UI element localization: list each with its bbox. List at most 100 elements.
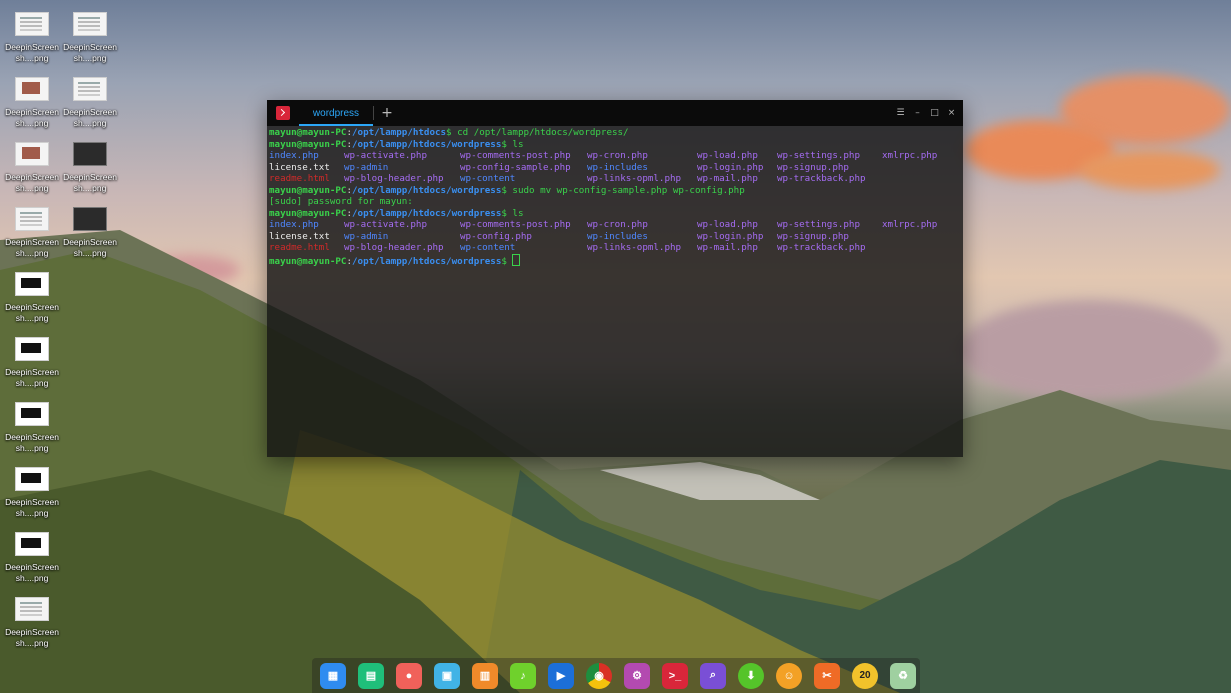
- dock-glyph: ♪: [520, 669, 526, 682]
- launcher-icon[interactable]: ▦: [320, 662, 346, 689]
- movie-icon[interactable]: ▶: [548, 662, 574, 689]
- desktop-file-label: DeepinScreensh....png: [5, 42, 59, 63]
- ls-entry: xmlrpc.php: [882, 219, 938, 230]
- image-file-icon: [73, 142, 107, 166]
- minimize-icon[interactable]: –: [912, 106, 923, 120]
- prompt-user: mayun@mayun-PC: [269, 255, 347, 267]
- ls-entry: wp-blog-header.php: [344, 242, 444, 253]
- dock-glyph: ▣: [441, 670, 453, 682]
- dock-glyph: ◉: [594, 670, 604, 682]
- desktop-file-icon[interactable]: DeepinScreensh....png: [4, 463, 60, 519]
- dock-glyph: ●: [405, 669, 413, 682]
- desktop-file-label: DeepinScreensh....png: [5, 627, 59, 648]
- prompt-path: /opt/lampp/htdocs: [352, 127, 447, 138]
- chrome-icon[interactable]: ◉: [586, 662, 612, 689]
- prompt-path: /opt/lampp/htdocs/wordpress: [352, 255, 502, 267]
- dock: ▦ ▤ ● ▣ ▥ ♪ ▶ ◉ ⚙ >_ ⌕ ⬇ ☺ ✂ 20 ♻: [312, 658, 920, 693]
- desktop-file-label: DeepinScreensh....png: [5, 302, 59, 323]
- archive-manager-icon[interactable]: ▥: [472, 662, 498, 689]
- desktop-file-icon[interactable]: DeepinScreensh....png: [4, 398, 60, 454]
- image-file-icon: [15, 12, 49, 36]
- desktop-file-icon[interactable]: DeepinScreensh....png: [4, 138, 60, 194]
- desktop-file-label: DeepinScreensh....png: [5, 237, 59, 258]
- desktop-file-label: DeepinScreensh....png: [5, 562, 59, 583]
- file-manager-icon[interactable]: ▣: [434, 662, 460, 689]
- terminal-line: mayun@mayun-PC:/opt/lampp/htdocs/wordpre…: [269, 185, 961, 197]
- menu-icon[interactable]: ☰: [895, 106, 906, 120]
- dock-glyph: ☺: [783, 669, 795, 682]
- terminal-screen[interactable]: mayun@mayun-PC:/opt/lampp/htdocs$ cd /op…: [267, 126, 963, 267]
- ls-entry: wp-login.php: [697, 161, 764, 173]
- ls-entry: readme.html: [269, 173, 330, 184]
- desktop-file-label: DeepinScreensh....png: [63, 172, 117, 193]
- app-store-icon[interactable]: ⬇: [738, 662, 764, 689]
- terminal-line: mayun@mayun-PC:/opt/lampp/htdocs/wordpre…: [269, 253, 961, 267]
- dock-glyph: ▦: [327, 670, 339, 682]
- desktop-file-icon[interactable]: DeepinScreensh....png: [4, 593, 60, 649]
- ls-entry: wp-comments-post.php: [460, 150, 571, 161]
- desktop-file-icon[interactable]: DeepinScreensh....png: [4, 73, 60, 129]
- maximize-icon[interactable]: □: [929, 106, 940, 120]
- trash-icon[interactable]: ♻: [890, 662, 916, 689]
- desktop-file-label: DeepinScreensh....png: [5, 497, 59, 518]
- dock-glyph: ▥: [479, 670, 491, 682]
- ls-entry: wp-mail.php: [697, 173, 758, 184]
- ls-entry: wp-config.php: [460, 230, 532, 242]
- close-icon[interactable]: ×: [946, 106, 957, 120]
- screen-recorder-icon[interactable]: ●: [396, 662, 422, 689]
- desktop-file-icon[interactable]: DeepinScreensh....png: [62, 8, 118, 64]
- tab-wordpress[interactable]: wordpress: [299, 100, 373, 126]
- terminal-icon[interactable]: >_: [662, 662, 688, 689]
- dock-glyph: ⚙: [632, 670, 642, 682]
- desktop-file-label: DeepinScreensh....png: [5, 432, 59, 453]
- desktop-file-icon[interactable]: DeepinScreensh....png: [62, 73, 118, 129]
- ls-entry: wp-config-sample.php: [460, 161, 571, 173]
- ls-entry: wp-cron.php: [587, 150, 648, 161]
- image-file-icon: [15, 532, 49, 556]
- settings-icon[interactable]: ⚙: [624, 662, 650, 689]
- ls-entry: index.php: [269, 150, 319, 161]
- window-controls: ☰ – □ ×: [895, 106, 957, 120]
- dock-glyph: ✂: [822, 670, 832, 682]
- plus-icon[interactable]: +: [380, 104, 394, 122]
- ls-entry: readme.html: [269, 242, 330, 253]
- terminal-line: license.txt wp-admin wp-config-sample.php w…: [269, 162, 961, 174]
- terminal-line: readme.html wp-blog-header.php wp-content w…: [269, 173, 961, 185]
- tab-divider: [373, 106, 374, 120]
- music-icon[interactable]: ♪: [510, 662, 536, 689]
- ls-entry: wp-admin: [344, 230, 389, 242]
- system-monitor-icon[interactable]: ⌕: [700, 662, 726, 689]
- ls-entry: wp-settings.php: [777, 150, 860, 161]
- desktop-file-icon[interactable]: DeepinScreensh....png: [62, 138, 118, 194]
- ls-entry: wp-cron.php: [587, 219, 648, 230]
- terminal-line: index.php wp-activate.php wp-comments-post…: [269, 150, 961, 162]
- desktop-file-icon[interactable]: DeepinScreensh....png: [62, 203, 118, 259]
- screenshot-tool-icon[interactable]: ✂: [814, 662, 840, 689]
- ls-entry: wp-load.php: [697, 150, 758, 161]
- ls-entry: wp-blog-header.php: [344, 173, 444, 184]
- desktop-file-icon[interactable]: DeepinScreensh....png: [4, 268, 60, 324]
- dock-glyph: ♻: [898, 670, 908, 682]
- desktop-file-label: DeepinScreensh....png: [5, 172, 59, 193]
- ls-entry: wp-login.php: [697, 230, 764, 242]
- ls-entry: wp-activate.php: [344, 219, 427, 230]
- chat-icon[interactable]: ☺: [776, 662, 802, 689]
- dock-glyph: ▤: [365, 670, 377, 682]
- terminal-window[interactable]: wordpress + ☰ – □ × mayun@mayun-PC:/opt/…: [267, 100, 963, 457]
- desktop-file-icon[interactable]: DeepinScreensh....png: [4, 333, 60, 389]
- terminal-titlebar[interactable]: wordpress + ☰ – □ ×: [267, 100, 963, 126]
- prompt-user: mayun@mayun-PC: [269, 127, 347, 138]
- image-file-icon: [15, 467, 49, 491]
- terminal-line: mayun@mayun-PC:/opt/lampp/htdocs/wordpre…: [269, 208, 961, 220]
- command-text: $ ls: [501, 138, 524, 150]
- image-file-icon: [15, 272, 49, 296]
- desktop-file-icon[interactable]: DeepinScreensh....png: [4, 8, 60, 64]
- desktop-file-label: DeepinScreensh....png: [5, 367, 59, 388]
- calendar-icon[interactable]: 20: [852, 662, 878, 689]
- terminal-cursor[interactable]: [512, 253, 521, 266]
- desktop-file-icon[interactable]: DeepinScreensh....png: [4, 203, 60, 259]
- multitasking-view-icon[interactable]: ▤: [358, 662, 384, 689]
- image-file-icon: [73, 77, 107, 101]
- desktop-file-icon[interactable]: DeepinScreensh....png: [4, 528, 60, 584]
- ls-entry: wp-settings.php: [777, 219, 860, 230]
